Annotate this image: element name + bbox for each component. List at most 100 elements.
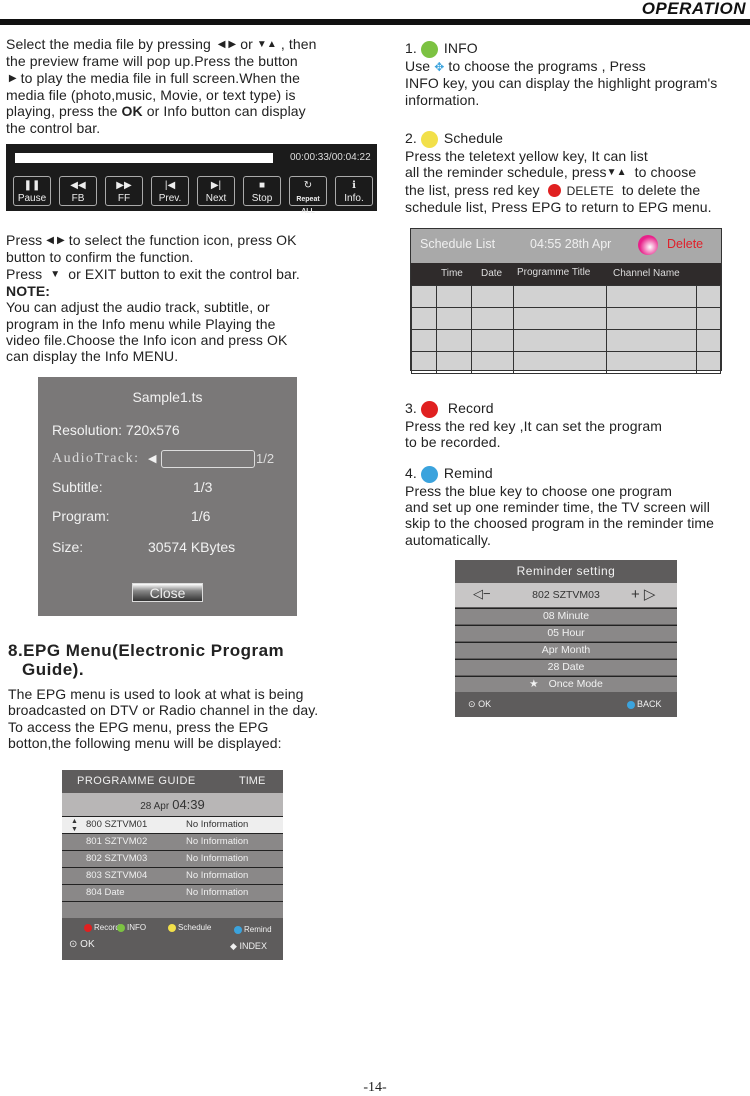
- reminder-value: 08 Minute: [542, 610, 590, 622]
- header-rule: [0, 19, 750, 25]
- page-header: OPERATION: [641, 0, 746, 18]
- blue-key-icon: [234, 925, 242, 934]
- text: You can adjust the audio track, subtitle…: [6, 299, 270, 316]
- control-fb-button[interactable]: ◀◀ FB: [59, 176, 97, 206]
- control-pause-button[interactable]: ❚❚ Pause: [13, 176, 51, 206]
- programme-info: No Information: [186, 836, 249, 847]
- programme-info: No Information: [186, 887, 249, 898]
- left-arrow-icon[interactable]: ◀: [148, 452, 156, 465]
- next-icon: ▶|: [210, 180, 222, 191]
- epg-date: 28 Apr: [140, 801, 170, 812]
- button-label: Stop: [251, 193, 273, 204]
- reminder-row[interactable]: 28 Date: [455, 659, 677, 675]
- epg-paragraph: The EPG menu is used to look at what is …: [8, 686, 378, 751]
- text: To access the EPG menu, press the EPG: [8, 718, 269, 735]
- channel-name: 800 SZTVM01: [86, 819, 148, 830]
- epg-title: PROGRAMME GUIDE: [77, 775, 196, 787]
- control-repeat-all-button[interactable]: ↻ Repeat ALL: [289, 176, 327, 215]
- control-prev-button[interactable]: |◀ Prev.: [151, 176, 189, 206]
- schedule-row[interactable]: [411, 307, 721, 330]
- reminder-row[interactable]: 08 Minute: [455, 608, 677, 624]
- text: Use: [405, 57, 431, 74]
- epg-row[interactable]: 802 SZTVM03 No Information: [62, 850, 283, 867]
- reminder-setting: Reminder setting ◁− 802 SZTVM03 + ▷ 08 M…: [455, 560, 677, 717]
- stop-icon: ■: [258, 180, 266, 191]
- reminder-value: 05 Hour: [547, 627, 585, 639]
- schedule-table: [411, 285, 721, 374]
- audiotrack-selector[interactable]: [161, 450, 255, 468]
- control-stop-button[interactable]: ■ Stop: [243, 176, 281, 206]
- text: program in the Info menu while Playing t…: [6, 315, 276, 332]
- schedule-legend: Schedule: [168, 923, 211, 932]
- text: BACK: [637, 699, 662, 709]
- green-key-icon: [117, 923, 125, 932]
- red-key-icon: [638, 235, 658, 255]
- schedule-time: 04:55 28th Apr: [530, 237, 612, 251]
- text: information.: [405, 91, 480, 108]
- down-up-arrows-icon: ▼▲: [606, 167, 627, 179]
- close-button[interactable]: Close: [132, 583, 203, 602]
- control-next-button[interactable]: ▶| Next: [197, 176, 235, 206]
- control-info-button[interactable]: ℹ Info.: [335, 176, 373, 206]
- right-arrow-icon[interactable]: + ▷: [631, 585, 655, 603]
- text: INFO: [127, 923, 147, 932]
- text: or: [240, 36, 253, 52]
- reminder-title: Reminder setting: [516, 564, 616, 578]
- epg-row[interactable]: ▲ ▼ 800 SZTVM01 No Information: [62, 816, 283, 833]
- text: 3.: [405, 400, 417, 416]
- text: skip to the choosed program in the remin…: [405, 515, 715, 532]
- epg-row[interactable]: 803 SZTVM04 No Information: [62, 867, 283, 884]
- delete-button[interactable]: Delete: [667, 237, 703, 251]
- schedule-list: Schedule List 04:55 28th Apr Delete Time…: [410, 228, 722, 374]
- section-heading: Schedule: [443, 130, 504, 146]
- epg-clock: 04:39: [172, 797, 205, 812]
- size-value: 30574 KBytes: [148, 539, 236, 555]
- media-control-bar: 00:00:33/00:04:22 ❚❚ Pause ◀◀ FB ▶▶ FF |◀ Prev.…: [6, 144, 377, 215]
- program-label: Program:: [52, 508, 110, 524]
- reminder-row[interactable]: Apr Month: [455, 642, 677, 658]
- button-label: Info.: [344, 193, 364, 204]
- audiotrack-value: 1/2: [256, 451, 275, 466]
- text: INDEX: [239, 941, 267, 951]
- progress-bar[interactable]: [15, 153, 273, 163]
- schedule-row[interactable]: [411, 285, 721, 308]
- control-ff-button[interactable]: ▶▶ FF: [105, 176, 143, 206]
- column-header: Date: [481, 268, 503, 279]
- text: video file.Choose the Info icon and pres…: [6, 332, 288, 349]
- record-legend: Record: [84, 923, 120, 932]
- subtitle-label: Subtitle:: [52, 479, 103, 495]
- text: Select the media file by pressing: [6, 36, 211, 52]
- text: , then: [280, 36, 317, 52]
- subtitle-value: 1/3: [193, 479, 213, 495]
- yellow-key-icon: [168, 923, 176, 932]
- down-arrow-icon: ▼: [50, 268, 61, 280]
- epg-row[interactable]: 804 Date No Information: [62, 884, 283, 901]
- schedule-row[interactable]: [411, 351, 721, 374]
- schedule-section: 2. Schedule Press the teletext yellow key…: [405, 130, 750, 215]
- schedule-row[interactable]: [411, 329, 721, 352]
- time-label: TIME: [239, 775, 266, 787]
- programme-info: No Information: [186, 853, 249, 864]
- section-heading: INFO: [443, 40, 478, 56]
- text: INFO key, you can display the highlight …: [405, 75, 718, 92]
- section-title: 8.EPG Menu(Electronic Program Guide).: [8, 641, 284, 679]
- reminder-row[interactable]: 05 Hour: [455, 625, 677, 641]
- fast-forward-icon: ▶▶: [116, 180, 132, 191]
- text: the preview frame will pop up.Press the …: [6, 53, 298, 70]
- text: and set up one reminder time, the TV scr…: [405, 499, 710, 516]
- reminder-row[interactable]: ★ Once Mode: [455, 676, 677, 692]
- green-key-icon: [420, 40, 438, 58]
- text: Record: [94, 923, 120, 932]
- delete-key-label: DELETE: [566, 183, 614, 198]
- epg-row[interactable]: 801 SZTVM02 No Information: [62, 833, 283, 850]
- reminder-value: 28 Date: [547, 661, 585, 673]
- repeat-icon: ↻: [303, 180, 313, 191]
- text: OK: [80, 939, 95, 950]
- info-section: 1. INFO Use ✥ to choose the programs , Pr…: [405, 40, 750, 108]
- programme-guide: PROGRAMME GUIDE TIME 28 Apr 04:39 ▲ ▼ 800 …: [62, 770, 283, 960]
- section-heading: Remind: [443, 465, 493, 481]
- button-label: Pause: [17, 193, 47, 204]
- text: playing, press the: [6, 103, 118, 120]
- section-heading: Record: [447, 400, 494, 416]
- button-label: Repeat ALL: [296, 196, 320, 215]
